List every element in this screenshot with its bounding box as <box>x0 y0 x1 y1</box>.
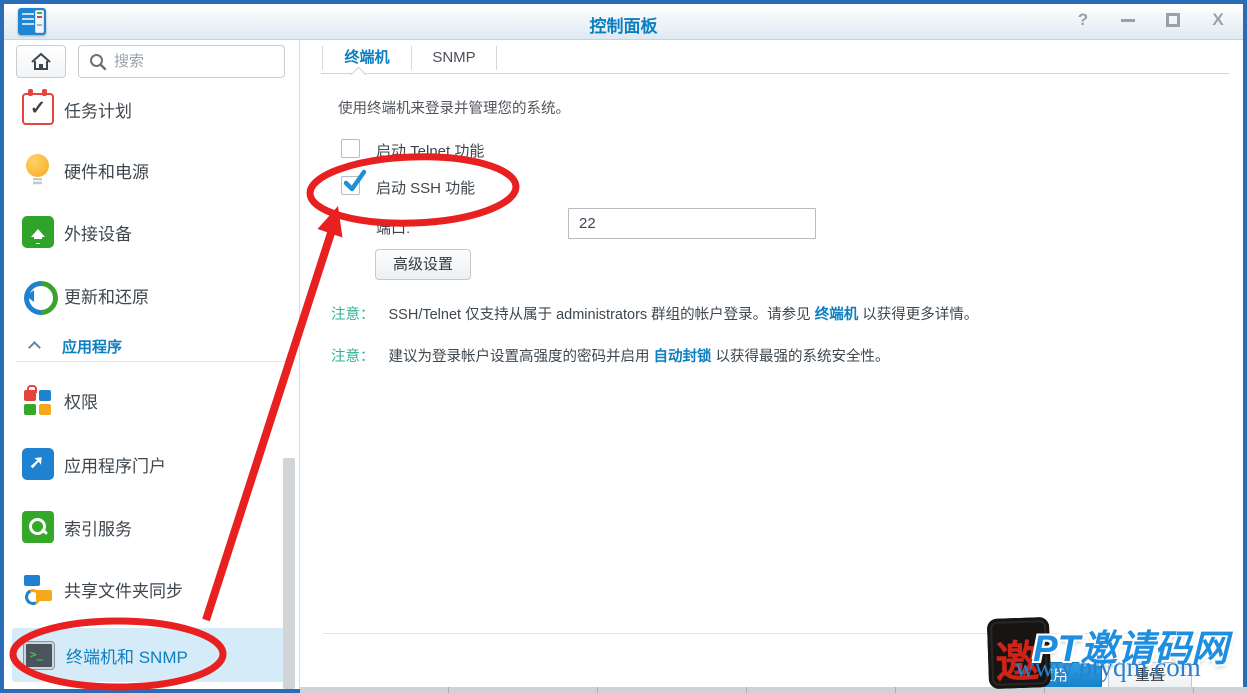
telnet-checkbox[interactable] <box>341 139 360 158</box>
reset-button[interactable]: 重置 <box>1108 662 1192 690</box>
sidebar-item-terminal-snmp[interactable]: 终端机和 SNMP <box>12 628 285 682</box>
terminal-description: 使用终端机来登录并管理您的系统。 <box>338 97 570 118</box>
note-admin-login: 注意：SSH/Telnet 仅支持从属于 administrators 群组的帐… <box>331 303 978 324</box>
home-icon <box>30 52 52 72</box>
apply-button[interactable]: 应用 <box>1004 662 1102 690</box>
sidebar-item-privileges[interactable]: 权限 <box>4 378 286 422</box>
sidebar-item-update-restore[interactable]: 更新和还原 <box>4 273 286 317</box>
sidebar-section-applications[interactable]: 应用程序 <box>4 331 286 361</box>
search-icon <box>89 53 107 71</box>
search-box[interactable] <box>78 45 285 78</box>
app-portal-icon <box>22 448 54 480</box>
port-input[interactable] <box>568 208 816 239</box>
sidebar-item-shared-folder-sync[interactable]: 共享文件夹同步 <box>4 567 286 611</box>
sidebar-divider <box>16 361 288 362</box>
calendar-check-icon <box>22 93 54 125</box>
home-button[interactable] <box>16 45 66 78</box>
index-service-icon <box>22 511 54 543</box>
lightbulb-icon <box>22 154 54 186</box>
footer-divider <box>323 633 1229 634</box>
note-security: 注意：建议为登录帐户设置高强度的密码并启用 自动封锁 以获得最强的系统安全性。 <box>331 345 890 366</box>
help-icon[interactable]: ? <box>1074 11 1092 29</box>
ssh-checkbox-label[interactable]: 启动 SSH 功能 <box>376 177 475 198</box>
update-restore-icon <box>22 279 54 311</box>
ssh-checkbox[interactable] <box>341 176 360 195</box>
main-panel: 终端机 SNMP 使用终端机来登录并管理您的系统。 启动 Telnet 功能 启… <box>301 40 1243 689</box>
sidebar-item-hardware-power[interactable]: 硬件和电源 <box>4 148 286 192</box>
tab-snmp[interactable]: SNMP <box>412 42 496 73</box>
checkmark-icon <box>343 171 369 197</box>
search-input[interactable] <box>114 53 264 70</box>
external-device-icon <box>22 216 54 248</box>
auto-block-link[interactable]: 自动封锁 <box>654 349 712 365</box>
sidebar-item-indexing-service[interactable]: 索引服务 <box>4 505 286 549</box>
minimize-icon[interactable] <box>1119 11 1137 29</box>
terminal-icon <box>24 642 54 669</box>
privileges-icon <box>22 384 54 416</box>
advanced-settings-button[interactable]: 高级设置 <box>375 249 471 280</box>
port-label: 端口: <box>376 217 410 238</box>
folder-sync-icon <box>22 573 54 605</box>
sidebar-item-task-scheduler[interactable]: 任务计划 <box>4 87 286 131</box>
close-icon[interactable]: X <box>1209 11 1227 29</box>
sidebar-item-application-portal[interactable]: 应用程序门户 <box>4 442 286 486</box>
sidebar-scrollbar[interactable] <box>283 458 295 689</box>
background-window-sliver <box>300 687 1247 693</box>
tab-terminal[interactable]: 终端机 <box>323 42 411 73</box>
tab-divider <box>321 73 1229 74</box>
chevron-up-icon <box>28 341 41 354</box>
maximize-icon[interactable] <box>1164 11 1182 29</box>
window-title: 控制面板 <box>4 12 1243 37</box>
sidebar-item-external-devices[interactable]: 外接设备 <box>4 210 286 254</box>
titlebar: 控制面板 ? X <box>4 4 1243 40</box>
terminal-help-link[interactable]: 终端机 <box>815 307 859 323</box>
telnet-checkbox-label[interactable]: 启动 Telnet 功能 <box>376 140 484 161</box>
sidebar: 任务计划 硬件和电源 外接设备 更新和还原 应用程序 权限 应用程序门户 索引服… <box>4 40 300 689</box>
